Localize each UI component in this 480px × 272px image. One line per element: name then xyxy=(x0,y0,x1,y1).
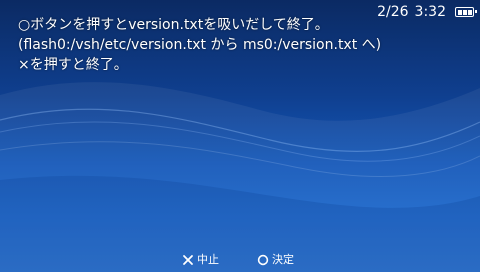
button-guide: 中止 決定 xyxy=(182,253,294,267)
confirm-button[interactable]: 決定 xyxy=(257,253,294,267)
cancel-button[interactable]: 中止 xyxy=(182,253,219,267)
message-line: ×を押すと終了。 xyxy=(18,57,128,73)
message-line: ○ボタンを押すとversion.txtを吸いだして終了。 xyxy=(18,17,329,33)
psp-screen: 2/26 3:32 ○ボタンを押すとversion.txtを吸いだして終了。 (… xyxy=(0,0,480,272)
battery-segment xyxy=(467,9,472,15)
confirm-label: 決定 xyxy=(272,253,294,266)
message-text: ○ボタンを押すとversion.txtを吸いだして終了。 (flash0:/vs… xyxy=(18,15,458,75)
battery-segment xyxy=(457,9,462,15)
circle-icon xyxy=(257,254,269,266)
battery-segment xyxy=(462,9,467,15)
message-line: (flash0:/vsh/etc/version.txt から ms0:/ver… xyxy=(18,37,382,53)
cross-icon xyxy=(183,255,193,265)
cancel-label: 中止 xyxy=(197,253,219,266)
